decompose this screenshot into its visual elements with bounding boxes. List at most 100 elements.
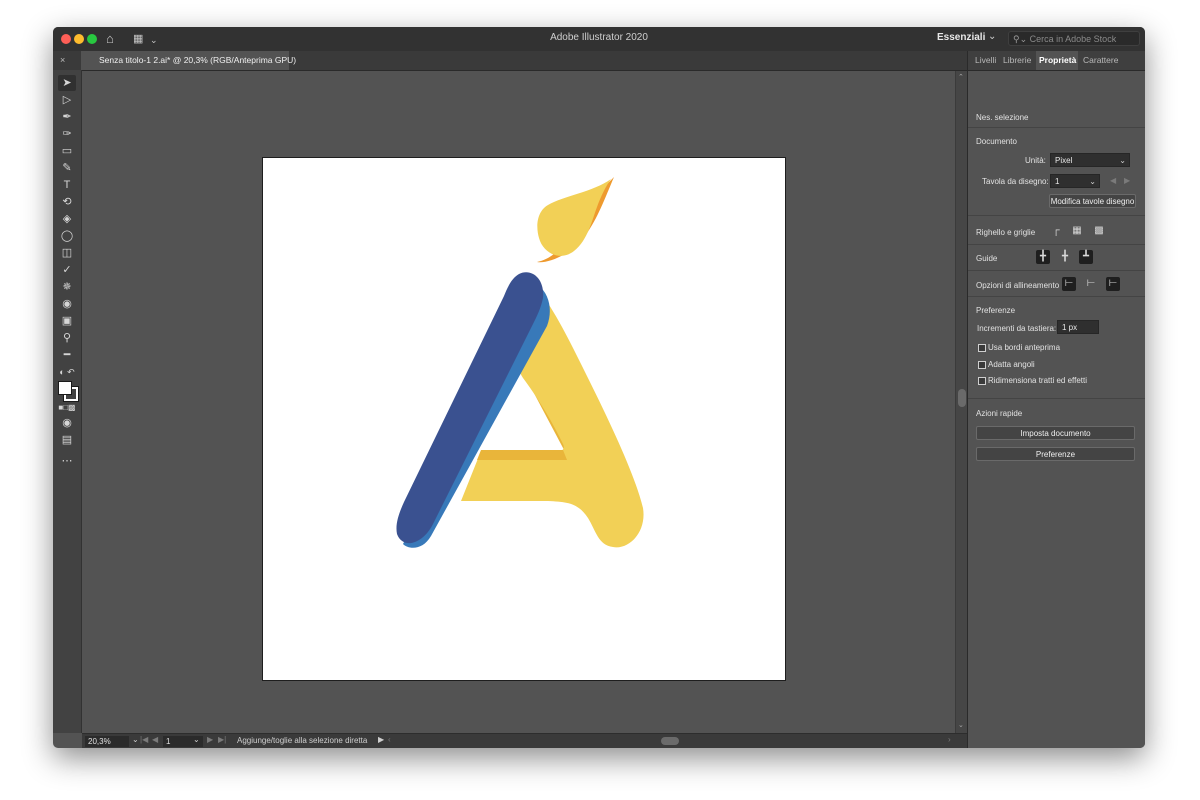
units-value: Pixel	[1055, 156, 1073, 165]
gradient-tool-icon[interactable]: ◫	[58, 245, 76, 261]
properties-panel: Livelli Librerie Proprietà Carattere Nes…	[967, 51, 1145, 748]
scroll-up-icon[interactable]: ⌃	[958, 73, 964, 81]
eraser-tool-icon[interactable]: ◈	[58, 211, 76, 227]
artboard-value: 1	[1055, 177, 1060, 186]
document-section-title: Documento	[976, 137, 1017, 146]
drawing-mode-icon[interactable]: ◉	[58, 415, 76, 431]
divider	[968, 296, 1145, 297]
last-artboard-icon[interactable]: ▶|	[218, 735, 226, 744]
eyedropper-tool-icon[interactable]: ✓	[58, 262, 76, 278]
chevron-down-icon[interactable]: ⌄	[988, 31, 996, 42]
horizontal-scroll-thumb[interactable]	[661, 737, 679, 745]
scale-corners-label: Adatta angoli	[988, 360, 1035, 369]
guides-label: Guide	[976, 254, 998, 263]
color-mode-icon[interactable]: ■□▩	[58, 400, 76, 416]
scroll-right-icon[interactable]: ›	[948, 735, 951, 744]
zoom-chevron-icon[interactable]: ⌄	[132, 735, 139, 744]
scroll-down-icon[interactable]: ⌄	[958, 721, 964, 729]
stock-search-input[interactable]: ⚲⌄ Cerca in Adobe Stock	[1008, 31, 1140, 46]
artwork-logo[interactable]	[263, 158, 785, 680]
canvas-area[interactable]	[82, 71, 955, 733]
lock-guides-icon[interactable]: ╋	[1058, 250, 1072, 264]
curvature-tool-icon[interactable]: ✑	[58, 126, 76, 142]
rulers-icon[interactable]: ┌	[1049, 224, 1063, 238]
close-tab-icon[interactable]: ×	[60, 51, 65, 70]
search-icon: ⚲⌄	[1013, 34, 1030, 44]
zoom-level-field[interactable]: 20,3%	[85, 736, 129, 747]
measure-tool-icon[interactable]: ━	[58, 347, 76, 363]
preferences-section-title: Preferenze	[976, 306, 1016, 315]
status-menu-icon[interactable]: ▶	[378, 735, 384, 744]
align-to-selection-icon[interactable]: ⊢	[1062, 277, 1076, 291]
swap-fill-stroke-icon[interactable]: ◐ ↶	[58, 364, 76, 380]
scale-strokes-checkbox[interactable]	[978, 377, 986, 385]
artboard-chevron-icon[interactable]: ⌄	[193, 735, 200, 744]
divider	[968, 398, 1145, 399]
rotate-tool-icon[interactable]: ⟲	[58, 194, 76, 210]
units-select[interactable]: Pixel ⌄	[1050, 153, 1130, 167]
edit-artboards-button[interactable]: Modifica tavole disegno	[1049, 194, 1136, 208]
pen-tool-icon[interactable]: ✒	[58, 109, 76, 125]
shape-builder-tool-icon[interactable]: ◉	[58, 296, 76, 312]
document-tab[interactable]: × Senza titolo-1 2.ai* @ 20,3% (RGB/Ante…	[60, 51, 296, 70]
direct-selection-tool-icon[interactable]: ▷	[58, 92, 76, 108]
app-window: ⌂ ▦ ⌄ Adobe Illustrator 2020 Essenziali …	[53, 27, 1145, 748]
scale-strokes-label: Ridimensiona tratti ed effetti	[988, 376, 1088, 385]
chevron-down-icon: ⌄	[1089, 177, 1096, 186]
tab-properties[interactable]: Proprietà	[1039, 55, 1076, 65]
keyboard-increment-field[interactable]: 1 px	[1057, 320, 1099, 334]
preferences-button[interactable]: Preferenze	[976, 447, 1135, 461]
workspace-switcher[interactable]: Essenziali	[937, 32, 985, 43]
document-setup-button[interactable]: Imposta documento	[976, 426, 1135, 440]
divider	[968, 244, 1145, 245]
first-artboard-icon[interactable]: |◀	[140, 735, 148, 744]
paintbrush-tool-icon[interactable]: ✎	[58, 160, 76, 176]
tab-libraries[interactable]: Librerie	[1003, 55, 1031, 65]
no-selection-label: Nes. selezione	[976, 113, 1029, 122]
grid-icon[interactable]: ▦	[1070, 224, 1084, 238]
zoom-level-value: 20,3%	[88, 737, 111, 746]
artboard[interactable]	[262, 157, 786, 681]
document-tab-label: Senza titolo-1 2.ai* @ 20,3% (RGB/Antepr…	[99, 55, 297, 65]
selection-tool-icon[interactable]: ➤	[58, 75, 76, 91]
chevron-down-icon: ⌄	[1119, 156, 1126, 165]
lasso-tool-icon[interactable]: ◯	[58, 228, 76, 244]
quick-actions-title: Azioni rapide	[976, 409, 1023, 418]
align-to-key-object-icon[interactable]: ⊢	[1084, 277, 1098, 291]
zoom-tool-icon[interactable]: ⚲	[58, 330, 76, 346]
puppet-warp-tool-icon[interactable]: ✵	[58, 279, 76, 295]
scroll-left-icon[interactable]: ‹	[388, 735, 391, 744]
type-tool-icon[interactable]: T	[58, 177, 76, 193]
artboard-label: Tavola da disegno:	[982, 177, 1049, 186]
align-options-label: Opzioni di allineamento	[976, 281, 1060, 290]
more-tools-icon[interactable]: ⋯	[58, 453, 76, 469]
previous-artboard-icon[interactable]: ◀	[152, 735, 158, 744]
transparency-grid-icon[interactable]: ▩	[1092, 224, 1106, 238]
panel-tab-bar: Livelli Librerie Proprietà Carattere	[968, 51, 1145, 71]
artboard-tool-icon[interactable]: ▣	[58, 313, 76, 329]
show-guides-icon[interactable]: ╋	[1036, 250, 1050, 264]
rectangle-tool-icon[interactable]: ▭	[58, 143, 76, 159]
screen-mode-icon[interactable]: ▤	[58, 432, 76, 448]
divider	[968, 215, 1145, 216]
document-tab-bar: × Senza titolo-1 2.ai* @ 20,3% (RGB/Ante…	[53, 51, 967, 71]
next-artboard-icon[interactable]: ▶	[207, 735, 213, 744]
artboard-select[interactable]: 1 ⌄	[1050, 174, 1100, 188]
tab-character[interactable]: Carattere	[1083, 55, 1118, 65]
rulers-grids-label: Righello e griglie	[976, 228, 1036, 237]
previous-artboard-icon[interactable]: ◀	[1110, 176, 1116, 185]
a-left-stroke	[396, 272, 544, 544]
tab-layers[interactable]: Livelli	[975, 55, 996, 65]
fill-swatch[interactable]	[58, 381, 72, 395]
keyboard-increment-value: 1 px	[1062, 323, 1078, 332]
a-crossbar-shadow	[477, 450, 567, 460]
vertical-scroll-thumb[interactable]	[958, 389, 966, 407]
use-preview-bounds-checkbox[interactable]	[978, 344, 986, 352]
align-to-artboard-icon[interactable]: ⊢	[1106, 277, 1120, 291]
stock-search-placeholder: Cerca in Adobe Stock	[1029, 34, 1117, 44]
smart-guides-icon[interactable]: ┻	[1079, 250, 1093, 264]
title-bar: ⌂ ▦ ⌄ Adobe Illustrator 2020 Essenziali …	[53, 27, 1145, 52]
divider	[968, 127, 1145, 128]
next-artboard-icon[interactable]: ▶	[1124, 176, 1130, 185]
scale-corners-checkbox[interactable]	[978, 361, 986, 369]
